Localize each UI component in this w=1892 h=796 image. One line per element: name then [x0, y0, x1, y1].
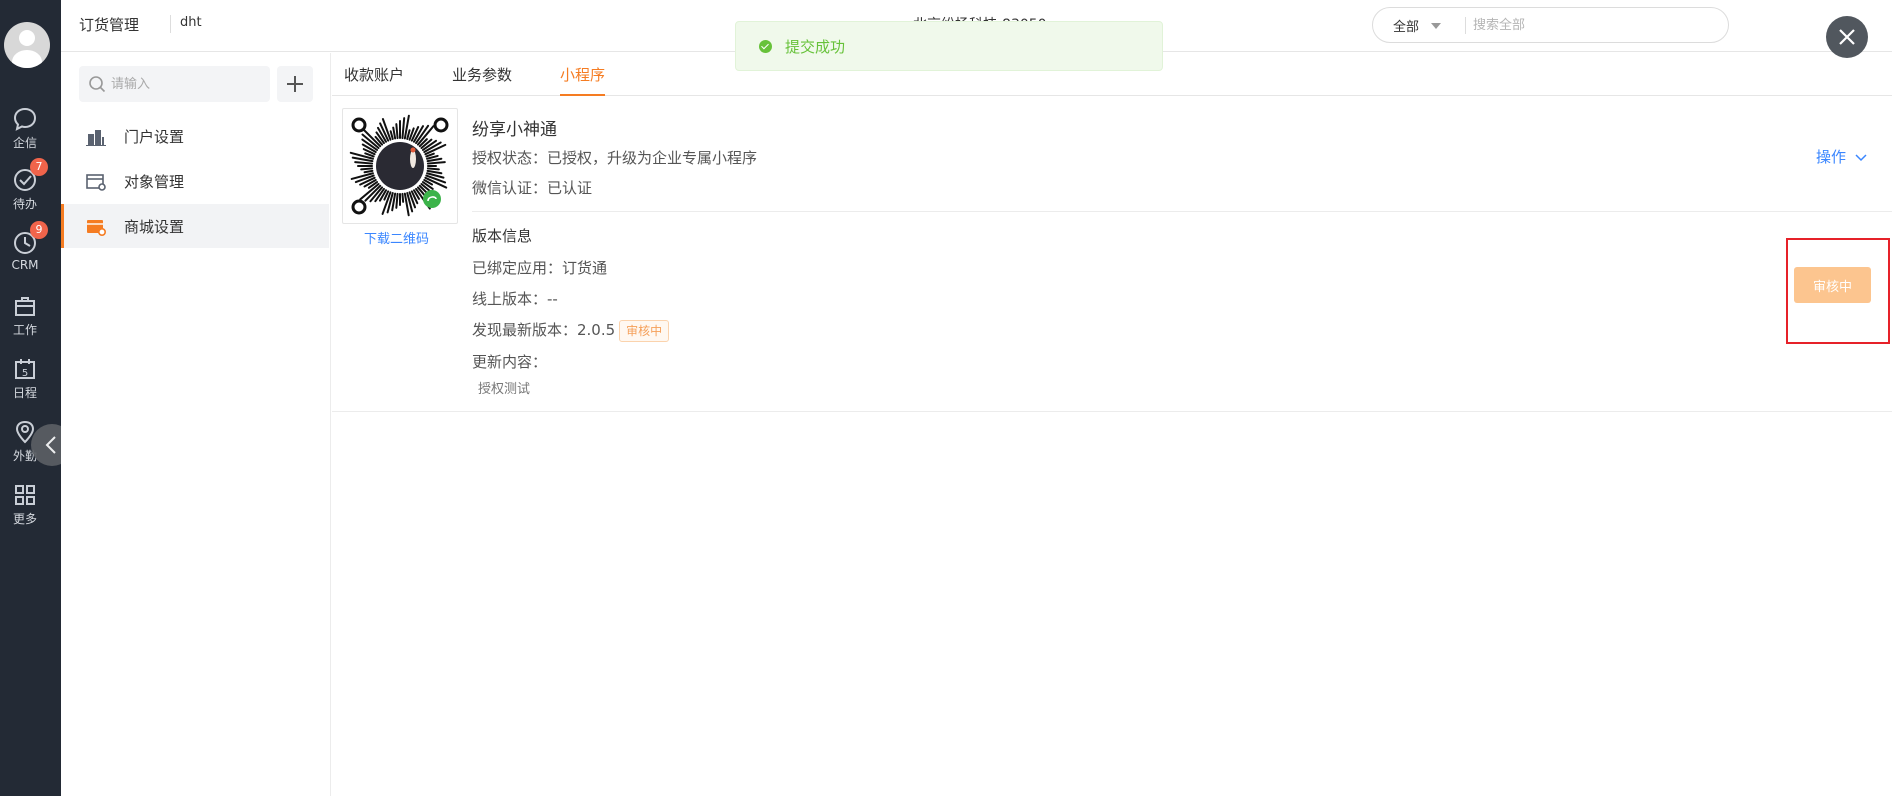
success-check-icon	[759, 40, 772, 53]
search-divider	[1465, 17, 1466, 34]
version-title: 版本信息	[472, 227, 533, 245]
app-title: 订货管理	[79, 16, 140, 34]
sidebar-item-label: 对象管理	[124, 173, 185, 191]
avatar[interactable]	[4, 22, 50, 68]
store-gear-icon	[87, 220, 106, 236]
rail-label: 工作	[12, 323, 37, 337]
search-input[interactable]	[1473, 14, 1713, 36]
update-label: 更新内容：	[472, 353, 548, 371]
window-gear-icon	[86, 174, 106, 191]
calendar-day: 5	[22, 368, 28, 379]
header-divider	[170, 15, 171, 33]
briefcase-icon	[15, 297, 35, 316]
global-search: 全部	[1372, 7, 1729, 43]
latest-version: 发现最新版本：2.0.5	[472, 321, 616, 339]
bound-app: 已绑定应用：订货通	[472, 259, 608, 277]
status-badge: 审核中	[619, 319, 670, 342]
qr-finder	[433, 117, 449, 133]
download-qr-link[interactable]: 下载二维码	[364, 228, 429, 247]
qr-ray	[426, 167, 440, 171]
rail-label: CRM	[11, 258, 39, 272]
rail-label: 更多	[12, 512, 37, 526]
sidebar-item-portal[interactable]: 门户设置	[61, 114, 329, 158]
qr-ray	[389, 130, 394, 140]
qr-finder	[351, 199, 367, 215]
todo-badge: 7	[30, 158, 48, 176]
rail-label: 待办	[12, 197, 37, 211]
search-icon	[89, 76, 106, 93]
operation-dropdown[interactable]: 操作	[1816, 146, 1867, 167]
auth-status: 授权状态：已授权，升级为企业专属小程序	[472, 149, 758, 167]
qr-ray	[395, 123, 399, 140]
under-review-button[interactable]: 审核中	[1794, 267, 1871, 303]
add-button[interactable]	[277, 66, 313, 102]
crm-badge: 9	[30, 221, 48, 239]
qr-ray	[406, 129, 411, 140]
qr-ray	[401, 192, 405, 203]
sidebar-item-objects[interactable]: 对象管理	[61, 159, 329, 203]
rail-item-crm[interactable]: 9 CRM	[0, 221, 50, 285]
section-divider	[472, 211, 1892, 212]
rail-item-schedule[interactable]: 5 日程	[0, 355, 50, 411]
qr-code	[342, 108, 458, 224]
online-version: 线上版本：--	[472, 290, 558, 308]
calendar-icon: 5	[15, 359, 35, 379]
search-scope-select[interactable]: 全部	[1393, 16, 1419, 35]
rail-item-work[interactable]: 工作	[0, 292, 50, 348]
sidebar-search	[79, 66, 270, 102]
qr-finder	[351, 117, 367, 133]
sidebar-item-label: 门户设置	[124, 128, 185, 146]
qr-ray	[401, 117, 406, 140]
rail-item-qixin[interactable]: 企信	[0, 105, 50, 161]
sidebar-item-label: 商城设置	[124, 218, 185, 236]
qr-ray	[395, 192, 399, 209]
update-detail: 授权测试	[478, 382, 531, 397]
rail-item-more[interactable]: 更多	[0, 481, 50, 537]
qr-ray	[354, 161, 374, 165]
miniprogram-code-image	[349, 114, 449, 217]
chevron-down-icon	[1855, 153, 1867, 161]
latest-version-row: 发现最新版本：2.0.5 审核中	[472, 319, 670, 342]
building-icon	[86, 130, 106, 146]
tab-bar: 收款账户 业务参数 小程序	[332, 53, 1892, 96]
close-button[interactable]	[1826, 16, 1868, 58]
qr-ray	[392, 126, 397, 140]
tab-business-params[interactable]: 业务参数	[452, 64, 512, 96]
qr-ray	[426, 161, 446, 165]
qr-ray	[363, 169, 374, 174]
chat-bubble-icon	[13, 107, 37, 131]
wechat-verify: 微信认证：已认证	[472, 179, 593, 197]
left-rail: 企信 7 待办 9 CRM 工作 5 日程 外勤 更多	[0, 0, 61, 796]
rail-item-todo[interactable]: 7 待办	[0, 158, 50, 222]
rail-label: 企信	[12, 136, 37, 150]
settings-sidebar: 门户设置 对象管理 商城设置	[61, 53, 331, 796]
chevron-down-icon[interactable]	[1431, 23, 1441, 29]
breadcrumb[interactable]: dht	[180, 15, 202, 30]
grid-icon	[15, 485, 35, 505]
sidebar-search-input[interactable]	[111, 73, 261, 95]
sidebar-item-mall[interactable]: 商城设置	[61, 204, 329, 248]
operation-label: 操作	[1816, 148, 1847, 166]
close-icon	[1839, 29, 1855, 45]
rail-label: 日程	[12, 386, 37, 400]
main-content: 收款账户 业务参数 小程序 下载二维码 纷享小神通 授权状态：已授权，升级为企业…	[332, 53, 1892, 796]
miniprogram-name: 纷享小神通	[472, 120, 557, 140]
content-bottom-divider	[332, 411, 1892, 412]
tab-miniprogram[interactable]: 小程序	[560, 64, 606, 96]
app-root: 企信 7 待办 9 CRM 工作 5 日程 外勤 更多 订货管理 dht 全部 …	[0, 0, 1892, 796]
qr-ray	[360, 167, 374, 171]
tab-payment-account[interactable]: 收款账户	[344, 64, 404, 96]
